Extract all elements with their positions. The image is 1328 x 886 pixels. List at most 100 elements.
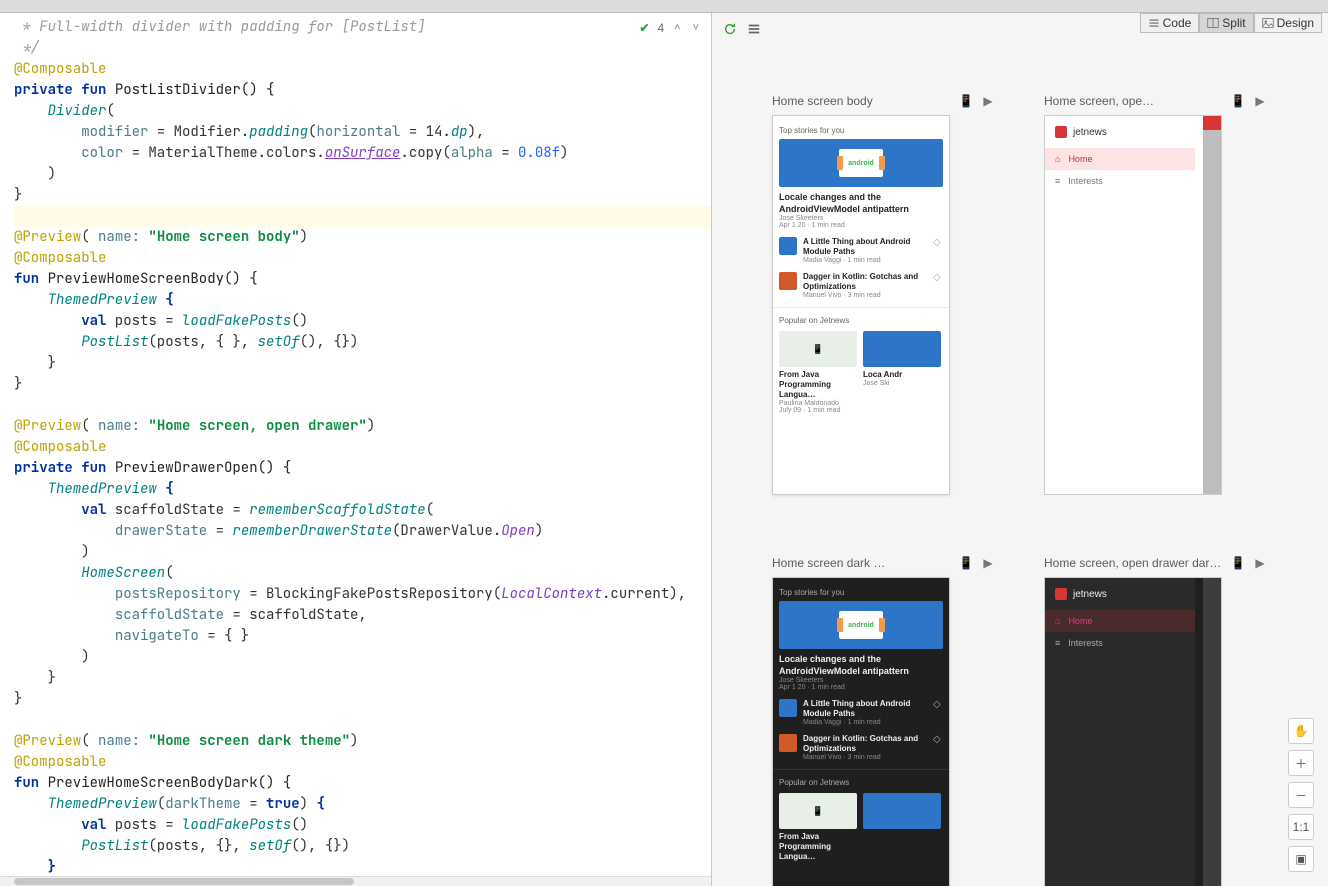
refresh-preview-button[interactable] bbox=[722, 21, 738, 37]
view-mode-label: Split bbox=[1222, 16, 1245, 30]
code-line[interactable]: ) bbox=[14, 542, 711, 563]
problems-count[interactable]: 4 bbox=[657, 21, 664, 35]
view-mode-design[interactable]: Design bbox=[1254, 13, 1322, 33]
code-line[interactable] bbox=[14, 206, 711, 227]
section-label: Top stories for you bbox=[779, 126, 943, 135]
hero-meta: Apr 1 20 · 1 min read bbox=[779, 222, 943, 229]
app-bar bbox=[1203, 116, 1221, 130]
code-line[interactable]: @Composable bbox=[14, 248, 711, 269]
interactive-preview-button[interactable]: ▶ bbox=[1252, 93, 1268, 109]
code-line[interactable] bbox=[14, 395, 711, 416]
code-line[interactable]: @Composable bbox=[14, 437, 711, 458]
view-mode-label: Code bbox=[1163, 16, 1192, 30]
code-line[interactable]: } bbox=[14, 689, 711, 710]
zoom-in-button[interactable]: ＋ bbox=[1288, 750, 1314, 776]
logo-icon bbox=[1055, 126, 1067, 138]
code-line[interactable]: val posts = loadFakePosts() bbox=[14, 815, 711, 836]
list-item: Dagger in Kotlin: Gotchas and Optimizati… bbox=[779, 734, 943, 761]
code-line[interactable]: } bbox=[14, 668, 711, 689]
thumbnail bbox=[779, 237, 797, 255]
hero-image: android bbox=[779, 601, 943, 649]
horizontal-scrollbar[interactable] bbox=[0, 876, 711, 886]
content-scrim bbox=[1203, 130, 1221, 494]
preview-canvas[interactable]: jetnews ⌂Home ≡Interests bbox=[1044, 115, 1222, 495]
code-line[interactable]: fun PreviewHomeScreenBody() { bbox=[14, 269, 711, 290]
code-line[interactable] bbox=[14, 710, 711, 731]
preview-home-screen-open-drawer-dark: Home screen, open drawer dar… 📱 ▶ jetnew… bbox=[1044, 555, 1268, 886]
view-mode-label: Design bbox=[1277, 16, 1314, 30]
tab-strip bbox=[0, 0, 1328, 13]
view-mode-switch: Code Split Design bbox=[1140, 13, 1322, 33]
code-area[interactable]: * Full-width divider with padding for [P… bbox=[0, 13, 711, 876]
code-line[interactable]: val scaffoldState = rememberScaffoldStat… bbox=[14, 500, 711, 521]
code-line[interactable]: modifier = Modifier.padding(horizontal =… bbox=[14, 122, 711, 143]
list-item: Dagger in Kotlin: Gotchas and Optimizati… bbox=[779, 272, 943, 299]
interactive-preview-button[interactable]: ▶ bbox=[1252, 555, 1268, 571]
deploy-preview-button[interactable]: 📱 bbox=[958, 93, 974, 109]
popular-card: Loca Andr Jose Ski bbox=[863, 331, 941, 414]
logo-icon bbox=[1055, 588, 1067, 600]
code-line[interactable]: @Preview( name: "Home screen body") bbox=[14, 227, 711, 248]
code-line[interactable]: postsRepository = BlockingFakePostsRepos… bbox=[14, 584, 711, 605]
brand-label: jetnews bbox=[1073, 127, 1107, 138]
preview-settings-button[interactable] bbox=[746, 21, 762, 37]
code-line[interactable]: @Preview( name: "Home screen, open drawe… bbox=[14, 416, 711, 437]
deploy-preview-button[interactable]: 📱 bbox=[958, 555, 974, 571]
code-line[interactable]: ThemedPreview(darkTheme = true) { bbox=[14, 794, 711, 815]
code-line[interactable]: */ bbox=[14, 38, 711, 59]
code-line[interactable]: HomeScreen( bbox=[14, 563, 711, 584]
view-mode-code[interactable]: Code bbox=[1140, 13, 1200, 33]
pan-button[interactable]: ✋ bbox=[1288, 718, 1314, 744]
preview-canvas[interactable]: Top stories for you android Locale chang… bbox=[772, 115, 950, 495]
view-mode-split[interactable]: Split bbox=[1199, 13, 1253, 33]
bookmark-icon: ◇ bbox=[933, 734, 943, 745]
code-line[interactable]: @Preview( name: "Home screen dark theme"… bbox=[14, 731, 711, 752]
deploy-preview-button[interactable]: 📱 bbox=[1230, 555, 1246, 571]
next-problem-button[interactable]: ˅ bbox=[691, 22, 701, 34]
code-line[interactable]: ThemedPreview { bbox=[14, 479, 711, 500]
code-line[interactable]: @Composable bbox=[14, 59, 711, 80]
code-line[interactable]: navigateTo = { } bbox=[14, 626, 711, 647]
preview-home-screen-dark: Home screen dark … 📱 ▶ Top stories for y… bbox=[772, 555, 996, 886]
preview-canvas[interactable]: Top stories for you android Locale chang… bbox=[772, 577, 950, 886]
code-line[interactable]: } bbox=[14, 185, 711, 206]
check-icon: ✔ bbox=[639, 21, 649, 35]
section-label: Popular on Jetnews bbox=[779, 316, 943, 325]
zoom-out-button[interactable]: － bbox=[1288, 782, 1314, 808]
deploy-preview-button[interactable]: 📱 bbox=[1230, 93, 1246, 109]
drawer-sheet: jetnews ⌂Home ≡Interests bbox=[1045, 578, 1195, 886]
preview-canvas[interactable]: jetnews ⌂Home ≡Interests bbox=[1044, 577, 1222, 886]
preview-home-screen-body: Home screen body 📱 ▶ Top stories for you… bbox=[772, 93, 996, 495]
zoom-reset-button[interactable]: 1:1 bbox=[1288, 814, 1314, 840]
code-line[interactable]: @Composable bbox=[14, 752, 711, 773]
interactive-preview-button[interactable]: ▶ bbox=[980, 555, 996, 571]
code-line[interactable]: ) bbox=[14, 164, 711, 185]
code-line[interactable]: Divider( bbox=[14, 101, 711, 122]
code-line[interactable]: drawerState = rememberDrawerState(Drawer… bbox=[14, 521, 711, 542]
code-line[interactable]: scaffoldState = scaffoldState, bbox=[14, 605, 711, 626]
code-line[interactable]: private fun PreviewDrawerOpen() { bbox=[14, 458, 711, 479]
thumbnail bbox=[863, 331, 941, 367]
hero-title: Locale changes and the AndroidViewModel … bbox=[779, 191, 943, 215]
list-item: A Little Thing about Android Module Path… bbox=[779, 699, 943, 726]
zoom-fit-button[interactable]: ▣ bbox=[1288, 846, 1314, 872]
code-line[interactable]: ) bbox=[14, 647, 711, 668]
code-line[interactable]: color = MaterialTheme.colors.onSurface.c… bbox=[14, 143, 711, 164]
popular-card: 📱 From Java Programming Langua… Paulina … bbox=[779, 331, 857, 414]
code-line[interactable]: } bbox=[14, 353, 711, 374]
prev-problem-button[interactable]: ˄ bbox=[672, 22, 682, 34]
code-line[interactable]: ThemedPreview { bbox=[14, 290, 711, 311]
code-line[interactable]: private fun PostListDivider() { bbox=[14, 80, 711, 101]
code-line[interactable]: fun PreviewHomeScreenBodyDark() { bbox=[14, 773, 711, 794]
drawer-item-interests: ≡Interests bbox=[1045, 170, 1195, 192]
interactive-preview-button[interactable]: ▶ bbox=[980, 93, 996, 109]
preview-pane: ✔ Home screen body 📱 ▶ Top stories for y… bbox=[712, 13, 1328, 886]
lines-icon bbox=[1148, 17, 1160, 29]
code-line[interactable]: PostList(posts, {}, setOf(), {}) bbox=[14, 836, 711, 857]
code-line[interactable]: * Full-width divider with padding for [P… bbox=[14, 17, 711, 38]
code-line[interactable]: } bbox=[14, 857, 711, 876]
code-editor[interactable]: ✔ 4 ˄ ˅ * Full-width divider with paddin… bbox=[0, 13, 712, 886]
code-line[interactable]: val posts = loadFakePosts() bbox=[14, 311, 711, 332]
code-line[interactable]: } bbox=[14, 374, 711, 395]
code-line[interactable]: PostList(posts, { }, setOf(), {}) bbox=[14, 332, 711, 353]
